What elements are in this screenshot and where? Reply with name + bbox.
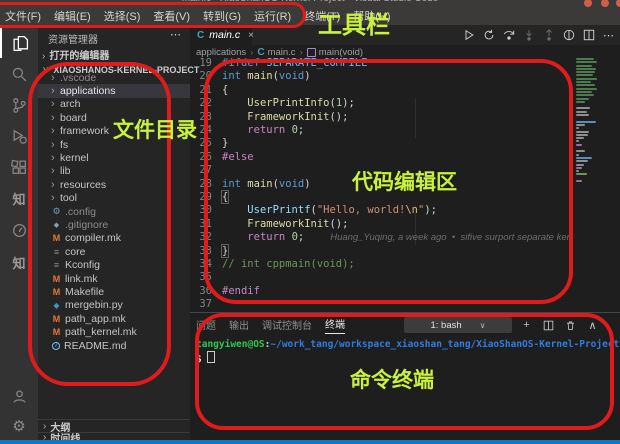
minimap-line bbox=[576, 160, 588, 162]
minimap-line bbox=[576, 131, 589, 133]
minimap-line bbox=[576, 94, 594, 96]
minimap-line bbox=[576, 164, 584, 166]
minimap-line bbox=[576, 61, 597, 63]
minimap-line bbox=[576, 170, 579, 172]
sidebar-more-actions-icon[interactable]: ⋯ bbox=[170, 28, 182, 41]
minimap-line bbox=[576, 121, 596, 123]
minimap-line bbox=[576, 91, 592, 93]
minimap-line bbox=[576, 81, 591, 83]
minimap-line bbox=[576, 65, 592, 67]
restart-icon[interactable] bbox=[482, 29, 495, 42]
minimap-line bbox=[576, 157, 592, 159]
minimap-line bbox=[576, 134, 588, 136]
annotation-editor-label: 代码编辑区 bbox=[352, 166, 457, 196]
minimap-line bbox=[576, 114, 589, 116]
annotation-toolbar-outline bbox=[0, 2, 306, 28]
step-out-icon[interactable] bbox=[542, 29, 555, 42]
annotation-files-outline bbox=[28, 62, 171, 386]
minimap-line bbox=[576, 84, 595, 86]
close-icon[interactable] bbox=[616, 0, 620, 7]
chevron-right-icon: › bbox=[43, 421, 46, 432]
breadcrumb-item[interactable]: applications bbox=[196, 47, 246, 58]
run-icon[interactable] bbox=[462, 29, 475, 42]
minimap-line bbox=[576, 71, 595, 73]
minimap-line bbox=[576, 154, 579, 156]
minimap-line bbox=[576, 180, 582, 182]
minimap-line bbox=[576, 111, 587, 113]
minimap-line bbox=[576, 101, 585, 103]
vscode-window: main.c - XiaoShanOS-Kernel-Project - Vis… bbox=[0, 0, 620, 444]
line-number: 19 bbox=[190, 57, 212, 70]
run-coverage-icon[interactable] bbox=[562, 29, 575, 42]
minimap-line bbox=[576, 144, 582, 146]
minimap-line bbox=[576, 74, 593, 76]
breadcrumb-item[interactable]: Cmain.c bbox=[257, 47, 295, 58]
minimap-line bbox=[576, 124, 585, 126]
minimap[interactable] bbox=[576, 58, 602, 183]
status-bar bbox=[0, 440, 620, 444]
step-into-icon[interactable] bbox=[522, 29, 535, 42]
annotation-toolbar-label: 工具栏 bbox=[318, 5, 390, 40]
breadcrumb-label: applications bbox=[196, 47, 246, 58]
step-over-icon[interactable] bbox=[502, 29, 515, 42]
maximize-icon[interactable] bbox=[601, 0, 609, 7]
breadcrumb-item[interactable]: main(void) bbox=[307, 47, 363, 58]
symbol-method-icon bbox=[307, 48, 316, 57]
chevron-right-icon: › bbox=[250, 47, 253, 58]
minimize-icon[interactable] bbox=[584, 0, 592, 7]
tab-close-icon[interactable]: × bbox=[248, 30, 254, 41]
c-file-icon: C bbox=[197, 30, 204, 41]
minimap-line bbox=[576, 68, 596, 70]
minimap-line bbox=[576, 140, 579, 142]
minimap-line bbox=[576, 167, 582, 169]
minimap-line bbox=[576, 173, 587, 175]
minimap-line bbox=[576, 150, 585, 152]
c-file-icon: C bbox=[257, 47, 264, 58]
account-icon[interactable] bbox=[0, 381, 38, 411]
minimap-line bbox=[576, 107, 590, 109]
more-actions-icon[interactable]: ⋯ bbox=[602, 29, 615, 42]
breadcrumb-label: main.c bbox=[268, 47, 296, 58]
explorer-icon[interactable] bbox=[0, 28, 38, 58]
tab-main-c[interactable]: C main.c × bbox=[190, 25, 253, 45]
annotation-terminal-label: 命令终端 bbox=[350, 364, 434, 394]
minimap-line bbox=[576, 58, 594, 60]
split-editor-icon[interactable] bbox=[582, 29, 595, 42]
minimap-line bbox=[576, 137, 584, 139]
minimap-line bbox=[576, 88, 597, 90]
settings-gear-icon[interactable]: ⚙ bbox=[0, 411, 38, 441]
sidebar-title: 资源管理器 bbox=[48, 31, 98, 46]
chevron-right-icon: › bbox=[300, 47, 303, 58]
minimap-line bbox=[576, 78, 597, 80]
minimap-line bbox=[576, 127, 579, 129]
line-number: 37 bbox=[190, 298, 212, 311]
minimap-line bbox=[576, 98, 589, 100]
breadcrumb-label: main(void) bbox=[319, 47, 363, 58]
editor-actions: ⋯ bbox=[462, 27, 615, 43]
annotation-files-label: 文件目录 bbox=[113, 114, 197, 144]
